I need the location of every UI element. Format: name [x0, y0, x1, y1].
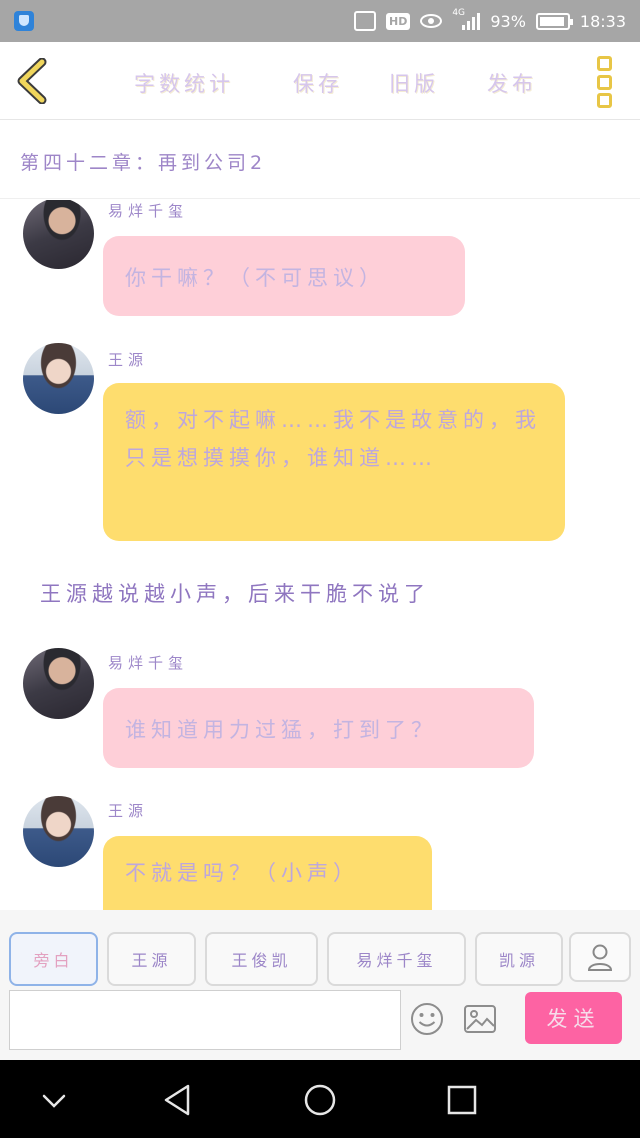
hd-badge: HD: [385, 12, 411, 30]
message-text: 谁知道用力过猛，打到了？: [125, 718, 437, 742]
chapter-title[interactable]: 第四十二章：再到公司2: [20, 148, 266, 175]
editor-screen: HD 4G 93% 18:33 字数统计 保存 旧版 发布 第四十二章：再到公司…: [0, 0, 640, 1138]
eye-icon: [420, 14, 443, 28]
chevron-left-icon: [17, 57, 47, 105]
signal-icon: 4G: [452, 8, 481, 30]
nav-recents-button[interactable]: [444, 1082, 480, 1118]
chevron-down-icon: [42, 1094, 66, 1108]
battery-icon: [535, 12, 573, 30]
nav-home-button[interactable]: [302, 1082, 338, 1118]
sender-name: 王源: [108, 351, 149, 369]
chapter-header: 第四十二章：再到公司2: [0, 121, 640, 199]
old-version-button[interactable]: 旧版: [389, 68, 439, 98]
battery-percent: 93%: [490, 11, 526, 31]
message-text: 你干嘛？（不可思议）: [125, 266, 385, 290]
image-button[interactable]: [463, 1004, 497, 1034]
role-selector: 旁白 王源 王俊凯 易烊千玺 凯源: [0, 910, 640, 988]
triangle-back-icon: [164, 1084, 190, 1116]
message-bubble: 不就是吗？（小声）: [103, 836, 432, 910]
sender-name: 王源: [108, 802, 149, 820]
avatar: [23, 343, 94, 414]
role-chip-kai-yuan[interactable]: 凯源: [475, 932, 563, 986]
publish-button[interactable]: 发布: [487, 68, 537, 98]
word-count-button[interactable]: 字数统计: [134, 68, 234, 98]
square-recents-icon: [447, 1085, 477, 1115]
message-text: 不就是吗？（小声）: [125, 861, 359, 885]
status-icons: HD 4G 93% 18:33: [353, 8, 626, 33]
user-icon: [587, 944, 613, 971]
more-menu-icon[interactable]: [592, 56, 618, 108]
send-button[interactable]: 发送: [525, 992, 622, 1044]
avatar: [23, 796, 94, 867]
sender-name: 易烊千玺: [108, 202, 189, 220]
image-icon: [464, 1005, 496, 1033]
role-chip-wang-junkai[interactable]: 王俊凯: [205, 932, 318, 986]
message-bubble: 你干嘛？（不可思议）: [103, 236, 465, 316]
circle-home-icon: [304, 1084, 336, 1116]
input-bar: 发送: [0, 988, 640, 1060]
role-chip-yi-yangqianxi[interactable]: 易烊千玺: [327, 932, 466, 986]
status-bar: HD 4G 93% 18:33: [0, 0, 640, 42]
role-chip-wang-yuan[interactable]: 王源: [107, 932, 196, 986]
chat-area[interactable]: 易烊千玺 你干嘛？（不可思议） 王源 额，对不起嘛……我不是故意的，我只是想摸摸…: [0, 200, 640, 910]
message-input[interactable]: [9, 990, 401, 1050]
editor-toolbar: 字数统计 保存 旧版 发布: [0, 42, 640, 120]
add-role-button[interactable]: [569, 932, 631, 982]
smiley-icon: [411, 1003, 443, 1035]
sender-name: 易烊千玺: [108, 654, 189, 672]
shield-icon: [14, 11, 34, 31]
network-type: 4G: [452, 8, 466, 18]
nav-hide-button[interactable]: [36, 1082, 72, 1118]
message-bubble: 谁知道用力过猛，打到了？: [103, 688, 534, 768]
vibrate-icon: [353, 11, 376, 31]
role-chip-narrator[interactable]: 旁白: [9, 932, 98, 986]
save-button[interactable]: 保存: [293, 68, 343, 98]
narration-text[interactable]: 王源越说越小声，后来干脆不说了: [40, 578, 430, 608]
clock: 18:33: [579, 11, 626, 31]
back-button[interactable]: [14, 57, 54, 105]
avatar: [23, 200, 94, 269]
system-nav-bar: [0, 1060, 640, 1138]
message-text: 额，对不起嘛……我不是故意的，我只是想摸摸你，谁知道……: [125, 408, 541, 470]
emoji-button[interactable]: [410, 1002, 444, 1036]
avatar: [23, 648, 94, 719]
message-bubble: 额，对不起嘛……我不是故意的，我只是想摸摸你，谁知道……: [103, 383, 565, 541]
nav-back-button[interactable]: [160, 1082, 196, 1118]
